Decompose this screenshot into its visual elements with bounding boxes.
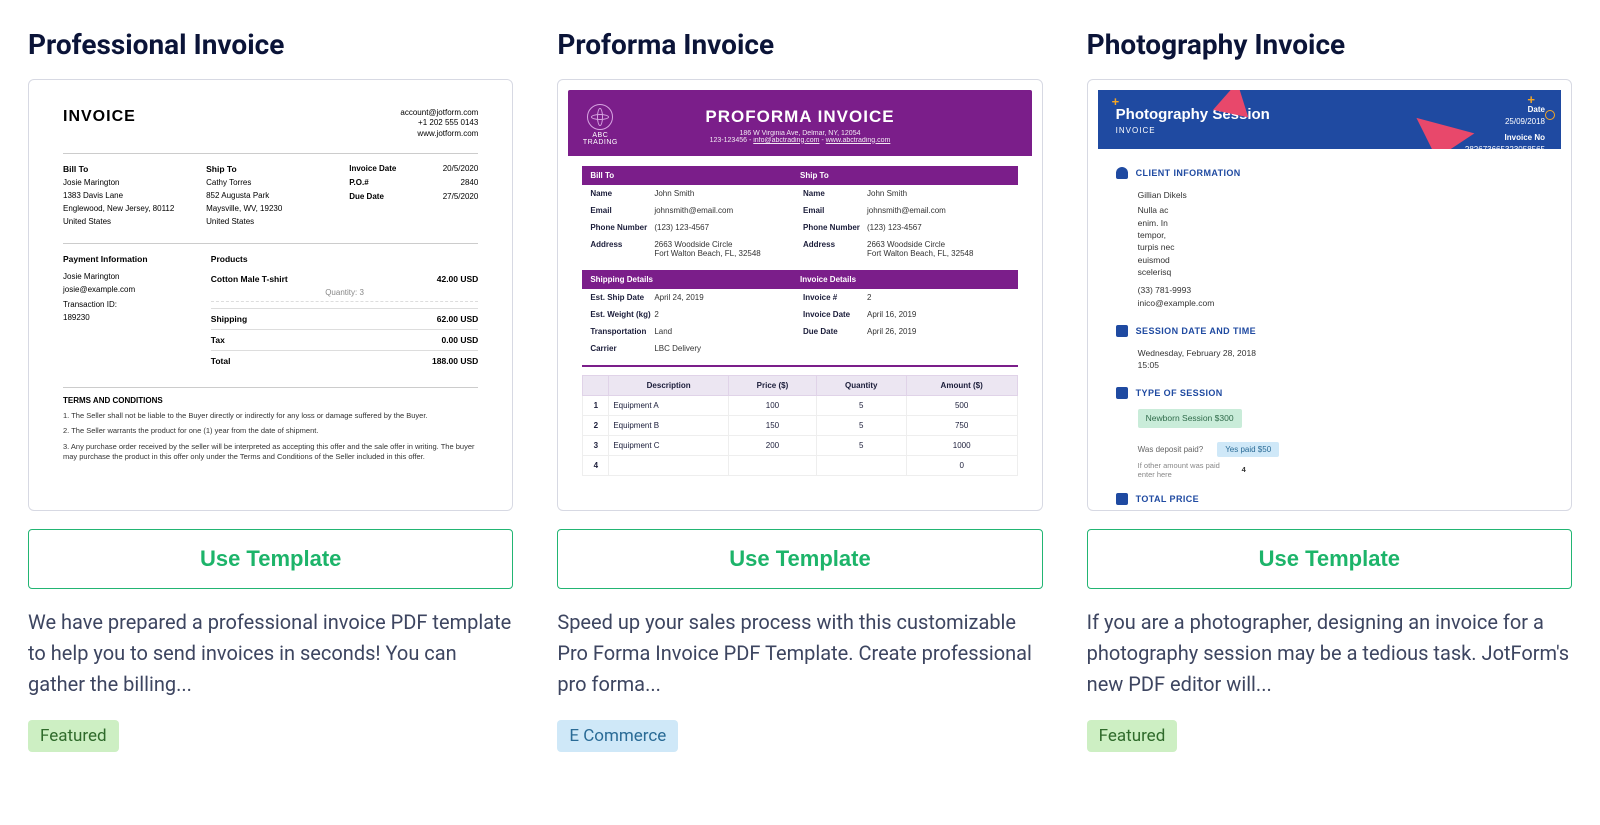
use-template-button[interactable]: Use Template — [1087, 529, 1572, 589]
terms-heading: TERMS AND CONDITIONS — [63, 396, 478, 405]
card-description: Speed up your sales process with this cu… — [557, 607, 1042, 700]
invoice-heading: INVOICE — [63, 108, 136, 139]
price-icon — [1116, 493, 1128, 505]
card-description: If you are a photographer, designing an … — [1087, 607, 1572, 700]
template-card-professional-invoice: Professional Invoice INVOICE account@jot… — [28, 28, 513, 752]
section-total-price: TOTAL PRICE — [1136, 494, 1199, 504]
session-type-tag: Newborn Session $300 — [1138, 409, 1242, 427]
template-preview[interactable]: INVOICE account@jotform.com +1 202 555 0… — [28, 79, 513, 511]
badge-featured[interactable]: Featured — [28, 720, 119, 752]
template-card-photography-invoice: Photography Invoice + + + Photography Se… — [1087, 28, 1572, 752]
card-title: Proforma Invoice — [557, 28, 1042, 61]
card-description: We have prepared a professional invoice … — [28, 607, 513, 700]
circle-icon — [1545, 110, 1555, 120]
badge-featured[interactable]: Featured — [1087, 720, 1178, 752]
card-title: Professional Invoice — [28, 28, 513, 61]
payment-info-label: Payment Information — [63, 254, 197, 264]
badge-ecommerce[interactable]: E Commerce — [557, 720, 678, 752]
use-template-button[interactable]: Use Template — [28, 529, 513, 589]
calendar-icon — [1116, 325, 1128, 337]
tag-icon — [1116, 387, 1128, 399]
deposit-paid-tag: Yes paid $50 — [1217, 442, 1279, 457]
company-contact: account@jotform.com +1 202 555 0143 www.… — [400, 108, 478, 139]
products-label: Products — [211, 254, 479, 264]
section-type: TYPE OF SESSION — [1136, 388, 1223, 398]
shipto-label: Ship To — [206, 164, 335, 174]
template-preview[interactable]: + + + Photography Session INVOICE Date25… — [1087, 79, 1572, 511]
plus-icon: + — [1112, 94, 1120, 109]
line-items-table: Description Price ($) Quantity Amount ($… — [582, 375, 1017, 476]
template-card-proforma-invoice: Proforma Invoice ABC TRADING PROFORMA IN… — [557, 28, 1042, 752]
proforma-heading: PROFORMA INVOICE — [638, 107, 961, 127]
template-preview[interactable]: ABC TRADING PROFORMA INVOICE 186 W Virgi… — [557, 79, 1042, 511]
section-session-date: SESSION DATE AND TIME — [1136, 326, 1256, 336]
billto-label: Bill To — [63, 164, 192, 174]
use-template-button[interactable]: Use Template — [557, 529, 1042, 589]
section-client-info: CLIENT INFORMATION — [1136, 168, 1241, 178]
logo-icon: ABC TRADING — [578, 104, 622, 146]
card-title: Photography Invoice — [1087, 28, 1572, 61]
person-icon — [1116, 167, 1128, 179]
